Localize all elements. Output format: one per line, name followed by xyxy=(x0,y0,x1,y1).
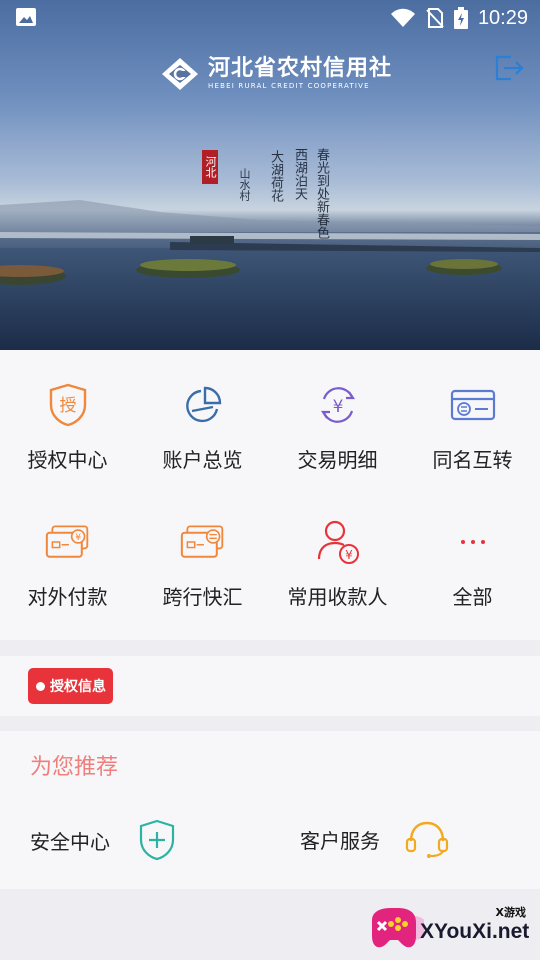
yuan-cycle-icon: ¥ xyxy=(320,387,355,423)
tag-dot-icon xyxy=(36,681,45,691)
recommend-section: 为您推荐 安全中心 客户服务 xyxy=(0,731,540,889)
battery-charging-icon xyxy=(453,7,468,29)
calligraphy-line-4: 山水村 xyxy=(238,168,251,201)
recommend-item-customer-service[interactable]: 客户服务 xyxy=(300,819,450,859)
bank-name-en: HEBEI RURAL CREDIT COOPERATIVE xyxy=(208,82,370,90)
watermark-site-text: XYouXi.net xyxy=(420,920,530,943)
grid-item-label: 常用收款人 xyxy=(287,585,388,609)
calligraphy-line-3: 大湖荷花 xyxy=(268,150,283,202)
bank-logo-icon xyxy=(162,58,198,90)
grid-item-frequent-payees[interactable]: ¥ 常用收款人 xyxy=(270,487,405,624)
calligraphy-line-1: 春光到处新春色 xyxy=(314,148,329,239)
site-watermark: X游戏 XYouXi.net xyxy=(364,900,534,956)
headset-icon xyxy=(405,821,449,858)
bank-logo: 河北省农村信用社 HEBEI RURAL CREDIT COOPERATIVE xyxy=(160,54,392,94)
bank-name-cn: 河北省农村信用社 xyxy=(208,56,393,81)
status-bar: 10:29 xyxy=(0,0,540,36)
grid-item-authorization-center[interactable]: 授 授权中心 xyxy=(0,350,135,487)
grid-item-label: 同名互转 xyxy=(432,448,513,472)
grid-item-interbank-remit[interactable]: 跨行快汇 xyxy=(135,487,270,624)
authorize-shield-icon: 授 xyxy=(49,383,86,427)
function-panel: 授 授权中心 账户总览 ¥ 交易明细 同名互转 ¥ 对外付款 跨行快汇 ¥ 常用… xyxy=(0,350,540,640)
authorization-info-label: 授权信息 xyxy=(50,679,106,695)
watermark-small-text: X游戏 xyxy=(495,906,526,919)
logout-icon[interactable] xyxy=(494,54,524,82)
calligraphy-seal: 河北 xyxy=(202,150,218,184)
payee-icon: ¥ xyxy=(317,520,359,564)
function-grid: 授 授权中心 账户总览 ¥ 交易明细 同名互转 ¥ 对外付款 跨行快汇 ¥ 常用… xyxy=(0,350,540,624)
security-shield-icon xyxy=(139,819,175,861)
hero-banner: 10:29 河北省农村信用社 HEBEI RURAL CREDIT COOPER… xyxy=(0,0,540,350)
gamepad-logo-icon xyxy=(372,908,424,948)
pie-chart-icon xyxy=(185,386,221,423)
grid-item-external-payment[interactable]: ¥ 对外付款 xyxy=(0,487,135,624)
grid-item-all[interactable]: 全部 xyxy=(405,487,540,624)
recommend-item-label: 安全中心 xyxy=(30,829,110,854)
no-sim-icon xyxy=(426,8,444,28)
svg-text:¥: ¥ xyxy=(345,548,353,562)
grid-item-label: 交易明细 xyxy=(297,448,378,472)
grid-item-label: 跨行快汇 xyxy=(162,585,243,609)
svg-text:授: 授 xyxy=(59,396,76,416)
authorization-info-tag[interactable]: 授权信息 xyxy=(28,668,113,704)
authorization-info-section: 授权信息 xyxy=(0,656,540,716)
card-transfer-icon xyxy=(450,389,495,421)
card-exchange-icon xyxy=(180,525,223,558)
recommend-title: 为您推荐 xyxy=(30,755,119,780)
grid-item-label: 账户总览 xyxy=(162,448,243,472)
grid-item-label: 授权中心 xyxy=(27,448,108,472)
svg-text:¥: ¥ xyxy=(75,532,81,543)
svg-text:¥: ¥ xyxy=(332,397,343,417)
card-yuan-icon: ¥ xyxy=(45,525,88,558)
wifi-icon xyxy=(390,8,415,27)
grid-item-same-name-transfer[interactable]: 同名互转 xyxy=(405,350,540,487)
status-time: 10:29 xyxy=(477,6,528,29)
grid-item-label: 对外付款 xyxy=(27,585,108,609)
image-notification-icon xyxy=(16,8,36,26)
grid-item-transaction-details[interactable]: ¥ 交易明细 xyxy=(270,350,405,487)
calligraphy-line-2: 西湖泊天 xyxy=(292,148,307,200)
grid-item-label: 全部 xyxy=(452,585,493,609)
recommend-item-label: 客户服务 xyxy=(300,828,380,853)
more-dots-icon xyxy=(460,540,485,544)
grid-item-account-overview[interactable]: 账户总览 xyxy=(135,350,270,487)
recommend-item-security-center[interactable]: 安全中心 xyxy=(30,819,176,861)
